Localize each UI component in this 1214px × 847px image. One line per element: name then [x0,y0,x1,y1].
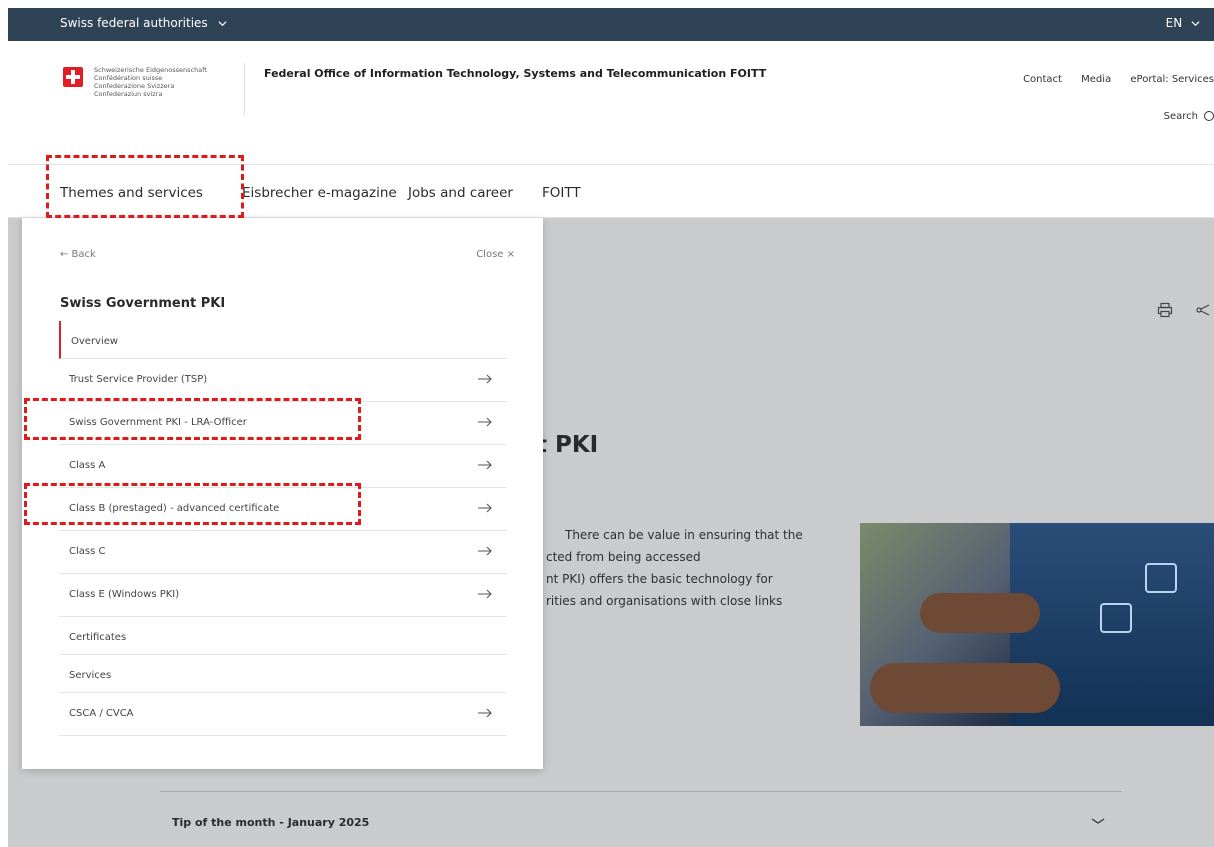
menu-item-label: Class A [69,460,106,471]
menu-item-overview[interactable]: Overview [59,321,507,359]
language-selector[interactable]: EN [1166,16,1200,30]
menu-item-tsp[interactable]: Trust Service Provider (TSP) [59,359,507,402]
lock-icon [1145,563,1177,593]
menu-item-class-a[interactable]: Class A [59,445,507,488]
intro-line: rities and organisations with close link… [546,594,783,608]
confed-line-de: Schweizerische Eidgenossenschaft [94,66,207,74]
search-button[interactable]: Search [1164,111,1214,122]
nav-foitt[interactable]: FOITT [542,185,581,201]
panel-title: Swiss Government PKI [60,296,226,311]
menu-item-label: Services [69,670,112,681]
language-label: EN [1165,16,1183,30]
chevron-down-icon [1191,21,1200,27]
hand-shape [870,663,1060,713]
menu-item-label: Certificates [69,632,127,643]
confed-line-rm: Confederaziun svizra [94,90,163,98]
intro-line: There can be value in ensuring that the [565,528,803,542]
menu-item-class-e[interactable]: Class E (Windows PKI) [59,574,507,617]
organization-name[interactable]: Federal Office of Information Technology… [264,67,766,80]
print-icon[interactable] [1157,302,1173,318]
intro-line: cted from being accessed [546,550,701,564]
page-title: t PKI [536,432,599,458]
menu-item-csca-cvca[interactable]: CSCA / CVCA [59,693,507,736]
share-icon[interactable] [1196,302,1212,318]
arrow-right-icon [478,546,492,556]
accordion-divider [160,791,1122,792]
menu-item-label: Trust Service Provider (TSP) [69,374,208,385]
menu-item-certificates[interactable]: Certificates [59,617,507,655]
nav-jobs-and-career[interactable]: Jobs and career [408,185,513,201]
intro-paragraph: There can be value in ensuring that the … [546,524,803,612]
site-header: Schweizerische Eidgenossenschaft Confédé… [8,41,1214,165]
swiss-flag-logo[interactable] [63,67,83,87]
intro-line: nt PKI) offers the basic technology for [546,572,773,586]
confed-line-it: Confederazione Svizzera [94,82,175,90]
close-button[interactable]: Close × [476,249,515,260]
hand-shape [920,593,1040,633]
menu-item-label: Class E (Windows PKI) [69,589,180,600]
arrow-right-icon [478,503,492,513]
chevron-down-icon[interactable] [1091,816,1105,826]
menu-item-label: Overview [71,336,119,347]
highlight-box-themes [46,155,244,218]
menu-item-services[interactable]: Services [59,655,507,693]
federal-authorities-label: Swiss federal authorities [60,16,208,30]
arrow-right-icon [478,374,492,384]
arrow-right-icon [478,460,492,470]
top-bar: Swiss federal authorities EN [8,8,1214,41]
arrow-right-icon [478,708,492,718]
arrow-right-icon [478,589,492,599]
confed-line-fr: Confédération suisse [94,74,163,82]
highlight-box-class-b [24,483,361,525]
lock-icon [1100,603,1132,633]
laptop-security-image [860,523,1214,726]
chevron-down-icon [218,21,227,27]
back-button[interactable]: ← Back [60,249,96,260]
header-divider [244,63,245,115]
submenu-list: Overview Trust Service Provider (TSP) Sw… [59,321,507,736]
contact-link[interactable]: Contact [1023,74,1062,85]
nav-eisbrecher-e-magazine[interactable]: Eisbrecher e-magazine [242,185,397,201]
search-label: Search [1163,111,1198,122]
header-links: Contact Media ePortal: Services [1007,74,1214,85]
media-link[interactable]: Media [1081,74,1111,85]
menu-item-label: CSCA / CVCA [69,708,134,719]
menu-item-class-c[interactable]: Class C [59,531,507,574]
arrow-right-icon [478,417,492,427]
search-icon [1204,111,1214,121]
tip-of-the-month-toggle[interactable]: Tip of the month - January 2025 [172,816,369,829]
menu-item-label: Class C [69,546,106,557]
highlight-box-lra-officer [24,398,361,440]
federal-authorities-menu[interactable]: Swiss federal authorities [60,16,227,30]
eportal-link[interactable]: ePortal: Services [1130,74,1214,85]
confederation-text: Schweizerische Eidgenossenschaft Confédé… [94,66,207,98]
